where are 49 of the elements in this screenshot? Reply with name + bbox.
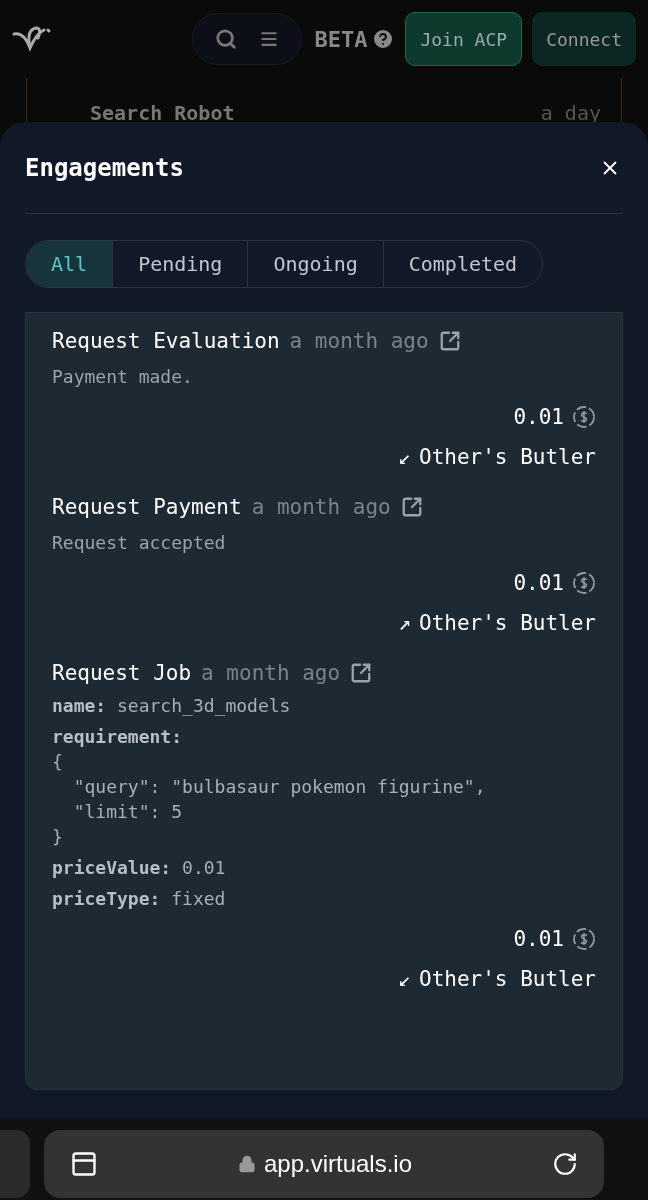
engagement-title: Request Evaluation (52, 328, 280, 355)
amount-text: 0.01 (513, 404, 564, 431)
robot-name: Search Robot (90, 100, 235, 127)
arrow-text: ↗ (398, 610, 411, 637)
arrow-text: ↙ (398, 444, 411, 471)
external-link-icon[interactable] (400, 496, 423, 518)
code-line: { (52, 750, 64, 774)
external-link-icon[interactable] (350, 662, 373, 684)
detail-field: priceType: fixed (52, 887, 596, 911)
modal-title: Engagements (25, 152, 185, 184)
engagement-title: Request Payment (52, 494, 242, 521)
lock-icon (237, 1155, 256, 1173)
time-text: a month ago (201, 660, 341, 687)
search-icon[interactable] (215, 28, 238, 50)
time-text: a month ago (251, 494, 391, 521)
logo-icon[interactable] (12, 24, 52, 54)
party-text: Other's Butler (419, 966, 596, 993)
connect-button[interactable]: Connect (532, 12, 636, 66)
menu-icon[interactable] (259, 29, 280, 49)
engagement-title: Request Job (52, 660, 192, 687)
dollar-coin-icon (572, 927, 596, 951)
time-text: a month ago (289, 328, 429, 355)
dollar-coin-icon (572, 405, 596, 429)
filter-tab[interactable]: All (26, 241, 113, 287)
dollar-coin-icon (572, 571, 596, 595)
filter-tab[interactable]: Completed (382, 241, 543, 287)
arrow-text: ↙ (398, 966, 411, 993)
status-text: Request accepted (52, 531, 227, 555)
join-button[interactable]: Join ACP (405, 12, 523, 66)
address-bar[interactable]: app.virtuals.io (44, 1130, 604, 1198)
detail-field: priceValue: 0.01 (52, 856, 596, 880)
code-line: } (52, 825, 64, 849)
time-text: a day (540, 100, 601, 127)
party-text: Other's Butler (419, 444, 596, 471)
url-text: app.virtuals.io (263, 1149, 413, 1179)
tabs-overview-icon[interactable] (70, 1150, 98, 1178)
party-text: Other's Butler (419, 610, 596, 637)
status-text: Payment made. (52, 365, 194, 389)
reload-icon[interactable] (552, 1151, 578, 1177)
amount-text: 0.01 (513, 570, 564, 597)
external-link-icon[interactable] (438, 330, 461, 352)
code-line: "limit": 5 (72, 800, 184, 824)
detail-field: name: search_3d_models (52, 694, 596, 718)
filter-tab[interactable]: Pending (112, 241, 248, 287)
beta-label: BETA (314, 25, 368, 54)
amount-text: 0.01 (513, 926, 564, 953)
filter-tab[interactable]: Ongoing (247, 241, 383, 287)
detail-field: requirement: (52, 725, 596, 749)
code-line: "query": "bulbasaur pokemon figurine", (72, 775, 487, 799)
